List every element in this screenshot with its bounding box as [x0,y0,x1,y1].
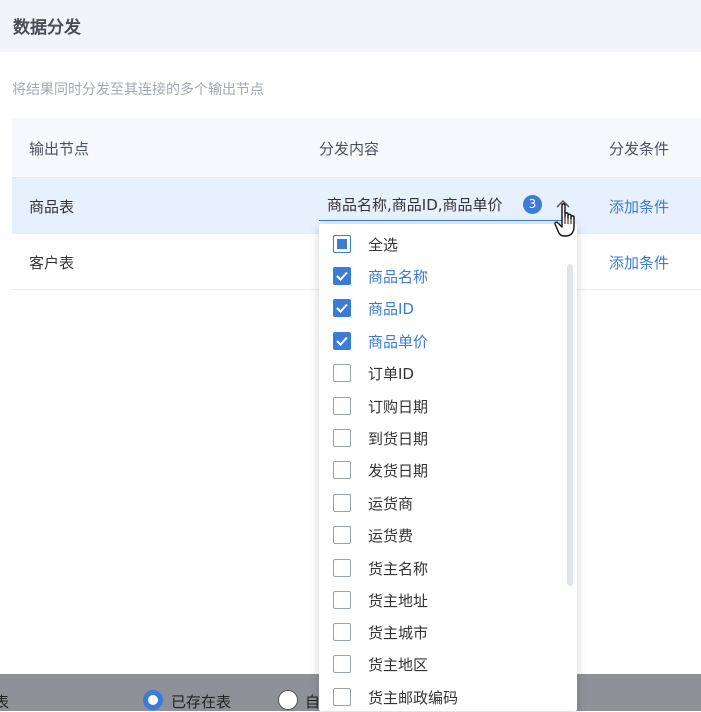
checkmark-icon [336,271,348,281]
dropdown-scrollbar[interactable] [567,264,573,586]
panel-header: 数据分发 [0,0,701,52]
checkmark-icon [336,336,348,346]
option-label: 运货费 [368,527,414,545]
option-label: 全选 [368,236,399,254]
output-node-name: 客户表 [29,254,75,272]
content-select[interactable]: 商品名称,商品ID,商品单价 3 [319,188,574,221]
option-label: 货主名称 [368,560,429,578]
add-condition-link[interactable]: 添加条件 [609,196,669,217]
option-label: 商品单价 [368,333,429,351]
checkbox[interactable] [333,591,351,609]
checkbox[interactable] [333,299,351,317]
selected-count-badge: 3 [523,195,542,214]
option-label: 订购日期 [368,398,429,416]
radio-other-label: 自 [305,693,321,711]
option-label: 商品ID [368,300,414,318]
checkmark-icon [336,303,348,313]
column-header-condition: 分发条件 [609,140,670,158]
checkbox[interactable] [333,526,351,544]
option-item[interactable]: 货主地址 [319,588,564,616]
option-item[interactable]: 订购日期 [319,394,564,422]
column-header-output-node: 输出节点 [29,140,90,158]
checkbox[interactable] [333,332,351,350]
table-header: 输出节点 分发内容 分发条件 [12,118,701,178]
option-item[interactable]: 到货日期 [319,426,564,454]
hand-pointer-icon [554,203,575,237]
option-label: 运货商 [368,495,414,513]
option-select-all[interactable]: 全选 [319,232,564,260]
checkbox[interactable] [333,559,351,577]
checkbox[interactable] [333,267,351,285]
option-item[interactable]: 运货商 [319,491,564,519]
column-header-content: 分发内容 [319,140,380,158]
panel-description: 将结果同时分发至其连接的多个输出节点 [12,82,264,98]
footer-label: 表 [0,693,10,711]
option-label: 货主城市 [368,624,429,642]
checkbox[interactable] [333,688,351,706]
option-item[interactable]: 订单ID [319,361,564,389]
option-item[interactable]: 商品名称 [319,264,564,292]
add-condition-link[interactable]: 添加条件 [609,252,669,273]
checkbox[interactable] [333,655,351,673]
option-label: 货主邮政编码 [368,689,459,707]
option-item[interactable]: 货主邮政编码 [319,685,564,711]
radio-existing-table[interactable] [143,690,163,710]
option-item[interactable]: 发货日期 [319,458,564,486]
option-label: 商品名称 [368,268,429,286]
option-item[interactable]: 运货费 [319,523,564,551]
checkbox[interactable] [333,429,351,447]
checkbox[interactable] [333,623,351,641]
checkbox[interactable] [333,461,351,479]
checkbox[interactable] [333,235,351,253]
checkbox[interactable] [333,364,351,382]
checkbox[interactable] [333,397,351,415]
option-label: 发货日期 [368,462,429,480]
option-item[interactable]: 商品单价 [319,329,564,357]
checkbox[interactable] [333,494,351,512]
option-label: 货主地址 [368,592,429,610]
panel-title: 数据分发 [13,18,81,38]
radio-existing-table-label: 已存在表 [171,693,232,711]
selected-fields-text: 商品名称,商品ID,商品单价 [327,196,503,214]
option-item[interactable]: 货主城市 [319,620,564,648]
option-item[interactable]: 商品ID [319,296,564,324]
option-label: 货主地区 [368,656,429,674]
option-label: 到货日期 [368,430,429,448]
option-label: 订单ID [368,365,414,383]
field-dropdown: 全选 商品名称 商品ID 商品单价 订单ID 订购日期 到货日期 发货日期 运货… [319,224,577,711]
radio-other[interactable] [278,690,298,710]
option-item[interactable]: 货主地区 [319,652,564,680]
option-item[interactable]: 货主名称 [319,556,564,584]
output-node-name: 商品表 [29,198,75,216]
